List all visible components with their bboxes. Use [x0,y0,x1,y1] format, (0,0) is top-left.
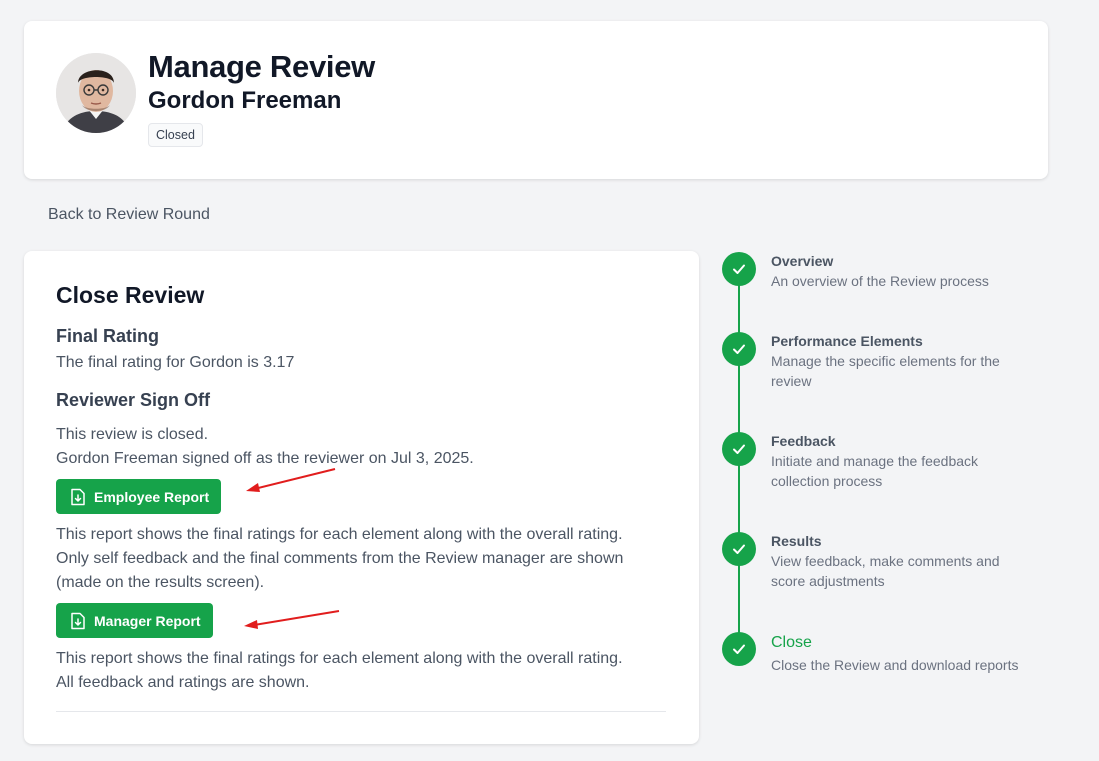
manager-report-label: Manager Report [94,612,201,629]
manager-report-button[interactable]: Manager Report [56,603,213,638]
annotation-arrow-icon [244,610,340,629]
review-header-card: Manage Review Gordon Freeman Closed [24,21,1048,179]
step-complete-check-icon [722,252,756,286]
back-to-review-round-link[interactable]: Back to Review Round [48,206,210,224]
step-close-desc: Close the Review and download reports [771,657,1019,673]
step-feedback-desc: Initiate and manage the feedback collect… [771,453,979,489]
step-complete-check-icon [722,532,756,566]
step-overview-desc: An overview of the Review process [771,273,989,289]
signoff-heading: Reviewer Sign Off [56,390,211,410]
status-badge: Closed [148,123,203,147]
page-title: Manage Review [148,49,375,84]
section-title: Close Review [56,282,205,308]
close-review-card: Close Review Final Rating The final rati… [24,251,699,744]
employee-report-desc-line2: Only self feedback and the final comment… [56,550,624,567]
step-results-desc: View feedback, make comments and score a… [771,553,1000,589]
step-complete-check-icon [722,332,756,366]
avatar-photo [56,53,136,133]
signoff-status-text: This review is closed. [56,426,209,443]
step-complete-check-icon [722,432,756,466]
annotation-arrow-icon [246,468,336,492]
final-rating-text: The final rating for Gordon is 3.17 [56,354,295,371]
step-feedback[interactable]: Feedback [771,433,836,449]
final-rating-heading: Final Rating [56,326,159,346]
step-close[interactable]: Close [771,634,812,652]
download-file-icon [71,488,85,505]
employee-report-desc-line3: (made on the results screen). [56,574,265,591]
employee-report-label: Employee Report [94,488,210,505]
download-file-icon [71,612,85,629]
avatar [56,53,136,133]
manager-report-desc-line1: This report shows the final ratings for … [56,650,623,667]
employee-report-button[interactable]: Employee Report [56,479,222,514]
step-results[interactable]: Results [771,533,822,549]
step-overview[interactable]: Overview [771,253,833,269]
step-performance-elements[interactable]: Performance Elements [771,333,923,349]
employee-report-desc-line1: This report shows the final ratings for … [56,526,623,543]
review-steps: Overview An overview of the Review proce… [722,251,1082,691]
step-performance-elements-desc: Manage the specific elements for the rev… [771,353,1000,389]
divider [56,711,666,712]
step-complete-check-icon [722,632,756,666]
employee-name: Gordon Freeman [148,87,342,114]
manager-report-desc-line2: All feedback and ratings are shown. [56,674,310,691]
